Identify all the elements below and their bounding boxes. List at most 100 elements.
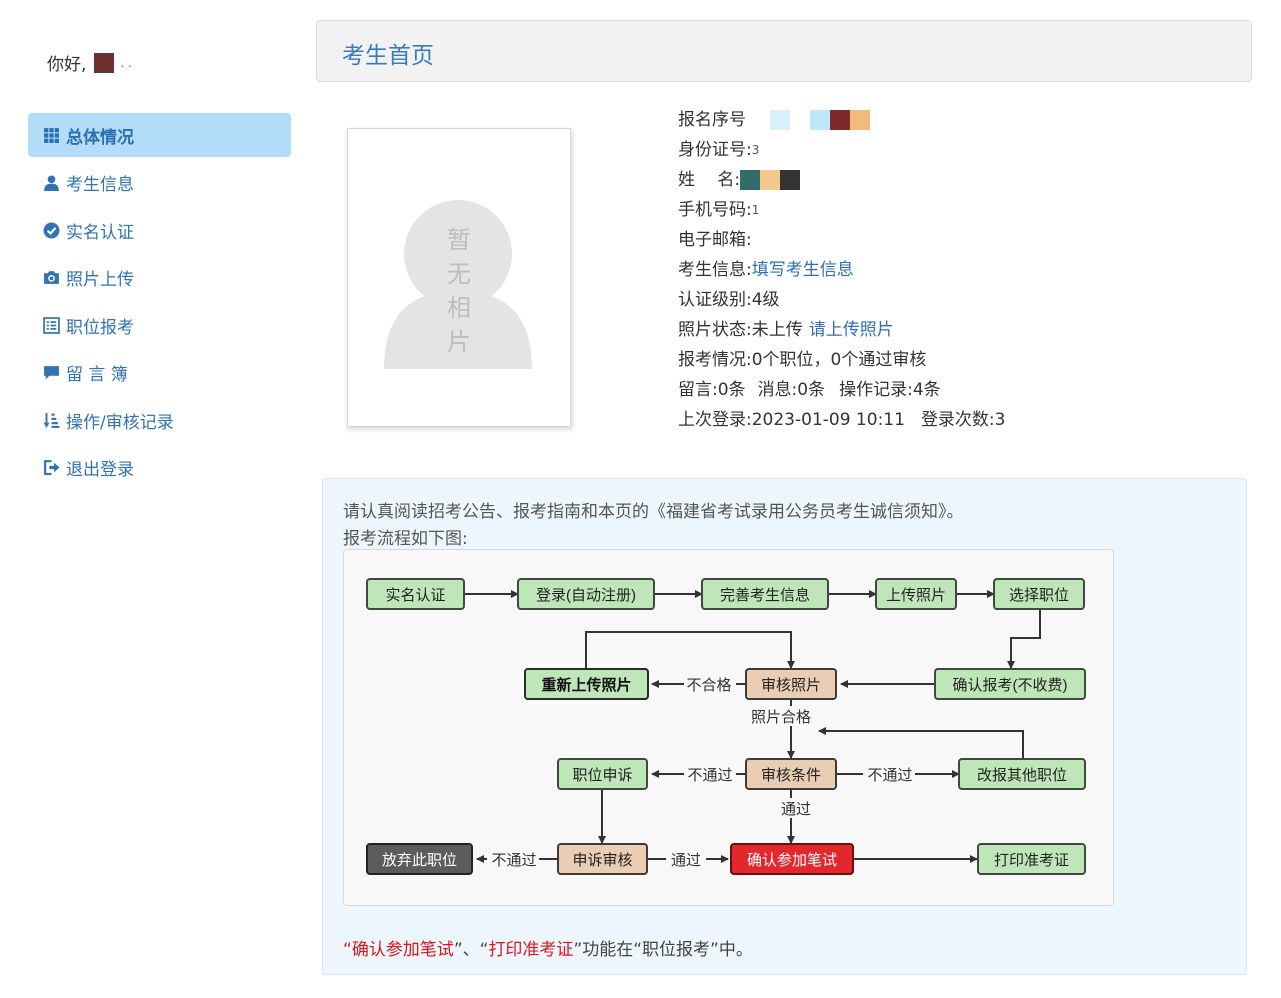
edge-label: 照片合格: [751, 709, 811, 726]
phone-value: 1: [751, 203, 760, 217]
flow-node-abandon-position: 放弃此职位: [366, 843, 473, 875]
quote-sep: ”、“: [453, 940, 489, 960]
login-count-label: 登录次数:: [920, 410, 995, 430]
redacted-block: [770, 110, 790, 130]
svg-text:审核照片: 审核照片: [761, 677, 821, 694]
notice-footnote: “确认参加笔试”、“打印准考证”功能在“职位报考”中。: [343, 935, 753, 960]
sidebar-item-label: 留 言 簿: [66, 365, 128, 385]
svg-text:放弃此职位: 放弃此职位: [382, 852, 457, 869]
redacted-username-tail: . .: [120, 55, 132, 70]
confirm-exam-highlight: 确认参加笔试: [351, 940, 454, 960]
svg-text:完善考生信息: 完善考生信息: [720, 587, 810, 604]
edge-label: 不通过: [867, 767, 912, 784]
redacted-username: [94, 52, 115, 73]
sidebar-item-label: 总体情况: [66, 127, 134, 148]
footnote-rest: ”功能在“职位报考”中。: [573, 940, 753, 960]
flow-node-review-conditions: 审核条件: [745, 758, 837, 790]
info-row-phone: 手机号码: 1: [678, 195, 1006, 225]
flow-node-print-admission: 打印准考证: [977, 843, 1086, 875]
fill-profile-link[interactable]: 填写考生信息: [752, 257, 854, 283]
camera-icon: [44, 271, 59, 284]
notice-label: 消息:: [757, 380, 798, 400]
id-value: 3: [751, 143, 760, 157]
flow-node-complete-info: 完善考生信息: [701, 578, 829, 610]
msg-label: 留言:: [678, 380, 718, 400]
sidebar-item-guestbook[interactable]: 留 言 簿: [28, 351, 291, 395]
login-count-value: 3: [994, 410, 1006, 430]
greeting-text: 你好,: [47, 55, 87, 75]
grid-icon: [44, 127, 59, 143]
sidebar-item-label: 操作/审核记录: [66, 412, 174, 433]
ops-label: 操作记录:: [839, 380, 913, 400]
sidebar-item-records[interactable]: 操作/审核记录: [28, 398, 291, 442]
redacted-block: [780, 170, 801, 190]
sidebar-item-logout[interactable]: 退出登录: [28, 446, 291, 490]
sidebar-item-overview[interactable]: 总体情况: [28, 113, 291, 157]
comment-icon: [44, 366, 59, 380]
svg-text:选择职位: 选择职位: [1009, 587, 1069, 604]
sidebar-item-realname[interactable]: 实名认证: [28, 208, 291, 252]
candidate-info: 报名序号 身份证号: 3 姓 名: 手机号码: 1 电子邮箱: 考生信息: 填写…: [678, 105, 1006, 435]
svg-text:审核条件: 审核条件: [761, 767, 821, 784]
flowchart-diagram: 不合格 照片合格 不通过 不通过 通过 不通过 通过 实名认证 登录(自动注册)…: [366, 578, 1086, 875]
info-row-reg-no: 报名序号: [678, 105, 1006, 135]
info-row-apply: 报考情况: 0个职位，0个通过审核: [678, 345, 1006, 375]
flow-node-realname: 实名认证: [366, 578, 465, 610]
notice-panel: 请认真阅读招考公告、报考指南和本页的《福建省考试录用公务员考生诚信须知》。 报考…: [322, 478, 1247, 975]
list-icon: [43, 316, 60, 334]
greeting: 你好, . .: [47, 50, 132, 75]
sidebar-item-label: 考生信息: [66, 175, 134, 195]
svg-text:改报其他职位: 改报其他职位: [977, 767, 1067, 784]
redacted-block: [850, 110, 870, 130]
sidebar-item-label: 职位报考: [66, 317, 134, 338]
no-photo-text: 暂无相片: [447, 226, 471, 356]
reg-no-label: 报名序号: [678, 110, 746, 130]
info-row-counts: 留言: 0条 消息: 0条 操作记录: 4条: [678, 375, 1006, 405]
photo-status-value: 未上传: [751, 320, 803, 340]
flowchart: 不合格 照片合格 不通过 不通过 通过 不通过 通过 实名认证 登录(自动注册)…: [343, 549, 1114, 906]
sidebar-item-label: 退出登录: [66, 460, 134, 480]
print-admission-highlight: 打印准考证: [488, 940, 574, 960]
svg-text:申诉审核: 申诉审核: [572, 852, 632, 869]
candidate-photo: 暂无相片: [347, 128, 571, 427]
svg-text:确认报考(不收费): 确认报考(不收费): [953, 677, 1068, 694]
redacted-block: [830, 110, 850, 130]
sidebar-item-photo-upload[interactable]: 照片上传: [28, 256, 291, 300]
edge-label: 不通过: [687, 767, 732, 784]
sidebar-item-apply[interactable]: 职位报考: [28, 303, 291, 347]
notice-value: 0条: [797, 380, 826, 400]
flow-node-review-photo: 审核照片: [745, 668, 837, 700]
level-label: 认证级别:: [678, 290, 752, 310]
check-circle-icon: [43, 222, 60, 238]
sidebar-item-label: 照片上传: [66, 270, 134, 290]
edge-label: 通过: [671, 852, 701, 869]
info-row-last-login: 上次登录: 2023-01-09 10:11 登录次数: 3: [678, 405, 1006, 435]
flow-node-select-position: 选择职位: [993, 578, 1085, 610]
sidebar-item-profile[interactable]: 考生信息: [28, 161, 291, 205]
svg-text:重新上传照片: 重新上传照片: [541, 676, 631, 694]
flow-caption: 报考流程如下图:: [343, 529, 468, 549]
apply-value: 0个职位，0个通过审核: [751, 350, 927, 370]
email-label: 电子邮箱:: [678, 230, 752, 250]
svg-text:职位申诉: 职位申诉: [572, 767, 632, 784]
flow-node-upload-photo: 上传照片: [875, 578, 957, 610]
id-label: 身份证号:: [678, 140, 752, 160]
svg-text:打印准考证: 打印准考证: [994, 852, 1069, 869]
svg-text:上传照片: 上传照片: [886, 587, 946, 604]
page-header: 考生首页: [316, 20, 1252, 82]
redacted-block: [760, 170, 781, 190]
level-value: 4级: [751, 290, 780, 310]
info-row-profile: 考生信息: 填写考生信息: [678, 255, 1006, 285]
info-row-email: 电子邮箱:: [678, 225, 1006, 255]
flow-node-confirm-exam: 确认参加笔试: [730, 843, 854, 875]
info-row-id: 身份证号: 3: [678, 135, 1006, 165]
sort-icon: [43, 412, 60, 428]
sidebar-item-label: 实名认证: [66, 222, 134, 243]
upload-photo-link[interactable]: 请上传照片: [809, 317, 894, 343]
sidebar-nav: 总体情况 考生信息 实名认证 照片上传 职位报考 留 言 簿 操作/审核记录 退…: [28, 113, 291, 493]
edge-label: 通过: [781, 801, 811, 818]
user-icon: [44, 175, 59, 191]
edge-label: 不合格: [686, 677, 731, 694]
last-login-value: 2023-01-09 10:11: [751, 410, 905, 430]
quote-open: “: [343, 940, 352, 960]
